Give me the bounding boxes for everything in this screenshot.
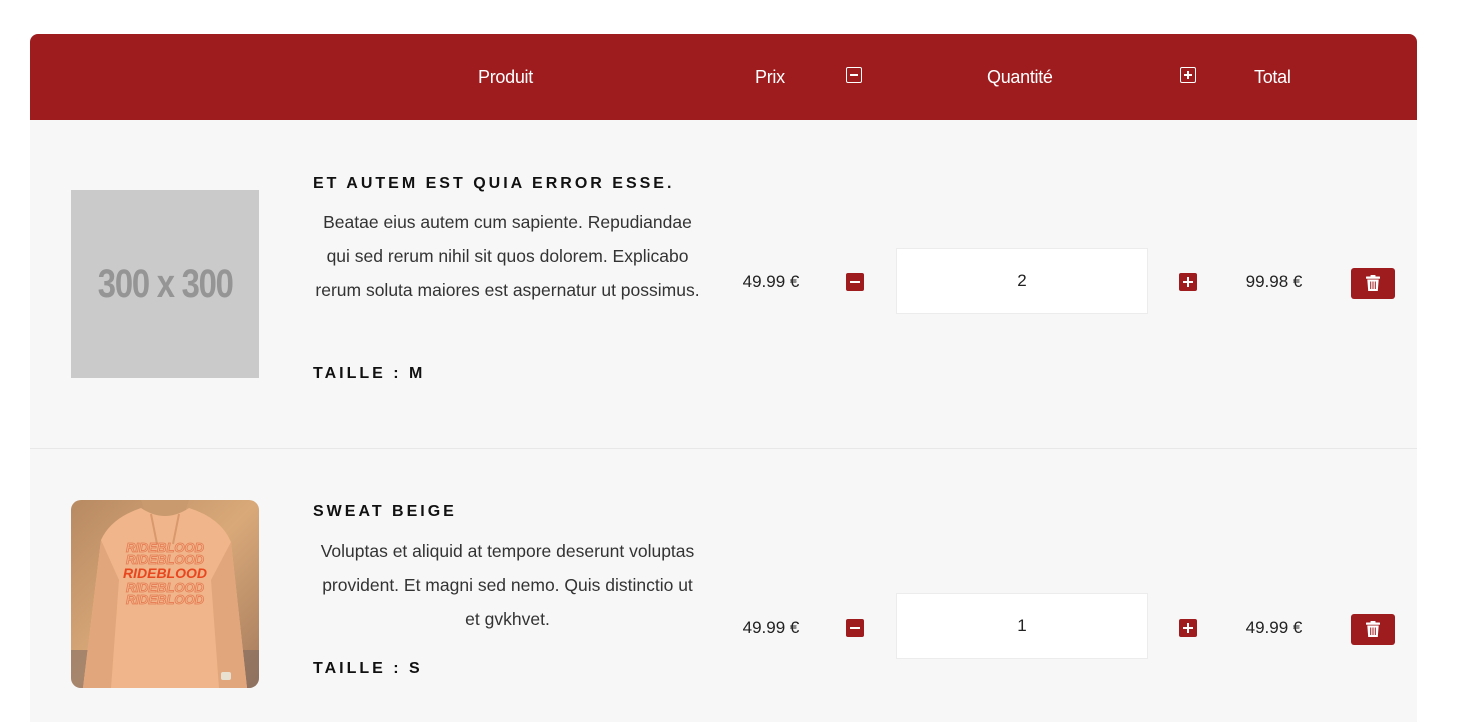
decrease-quantity-button[interactable] [846,619,864,637]
trash-icon [1366,621,1380,637]
placeholder-text: 300 x 300 [97,261,234,306]
product-price: 49.99 € [742,618,800,637]
cart-table-header: Produit Prix Quantité Total [30,34,1417,120]
product-description: Voluptas et aliquid at tempore deserunt … [320,541,695,629]
product-price: 49.99 € [742,272,800,291]
quantity-input[interactable]: 1 [896,593,1148,659]
product-title: SWEAT BEIGE [313,503,457,520]
decrease-quantity-button[interactable] [846,273,864,291]
cart-table: Produit Prix Quantité Total 300 x 300 ET… [30,34,1417,722]
product-description: Beatae eius autem cum sapiente. Repudian… [315,212,700,300]
product-title: ET AUTEM EST QUIA ERROR ESSE. [313,175,675,192]
cart-row: RIDEBLOOD RIDEBLOOD RIDEBLOOD RIDEBLOOD … [30,449,1417,722]
header-produit: Produit [478,67,533,87]
delete-item-button[interactable] [1351,268,1395,299]
product-image-hoodie: RIDEBLOOD RIDEBLOOD RIDEBLOOD RIDEBLOOD … [71,500,259,688]
product-total: 99.98 € [1245,272,1303,291]
header-prix: Prix [755,67,785,87]
trash-icon [1366,275,1380,291]
product-size: TAILLE : S [313,660,423,677]
quantity-input[interactable]: 2 [896,248,1148,314]
increase-quantity-button[interactable] [1179,619,1197,637]
product-image-placeholder: 300 x 300 [71,190,259,378]
increase-quantity-button[interactable] [1179,273,1197,291]
product-total: 49.99 € [1245,618,1303,637]
delete-item-button[interactable] [1351,614,1395,645]
header-quantite: Quantité [987,67,1053,87]
product-size: TAILLE : M [313,365,426,382]
hoodie-print-text: RIDEBLOOD [123,565,207,581]
hoodie-photo: RIDEBLOOD RIDEBLOOD RIDEBLOOD RIDEBLOOD … [71,500,259,688]
svg-text:RIDEBLOOD: RIDEBLOOD [126,592,205,607]
cart-row: 300 x 300 ET AUTEM EST QUIA ERROR ESSE. … [30,120,1417,449]
header-total: Total [1254,67,1291,87]
header-minus-square-icon [846,67,862,83]
header-plus-square-icon [1180,67,1196,83]
